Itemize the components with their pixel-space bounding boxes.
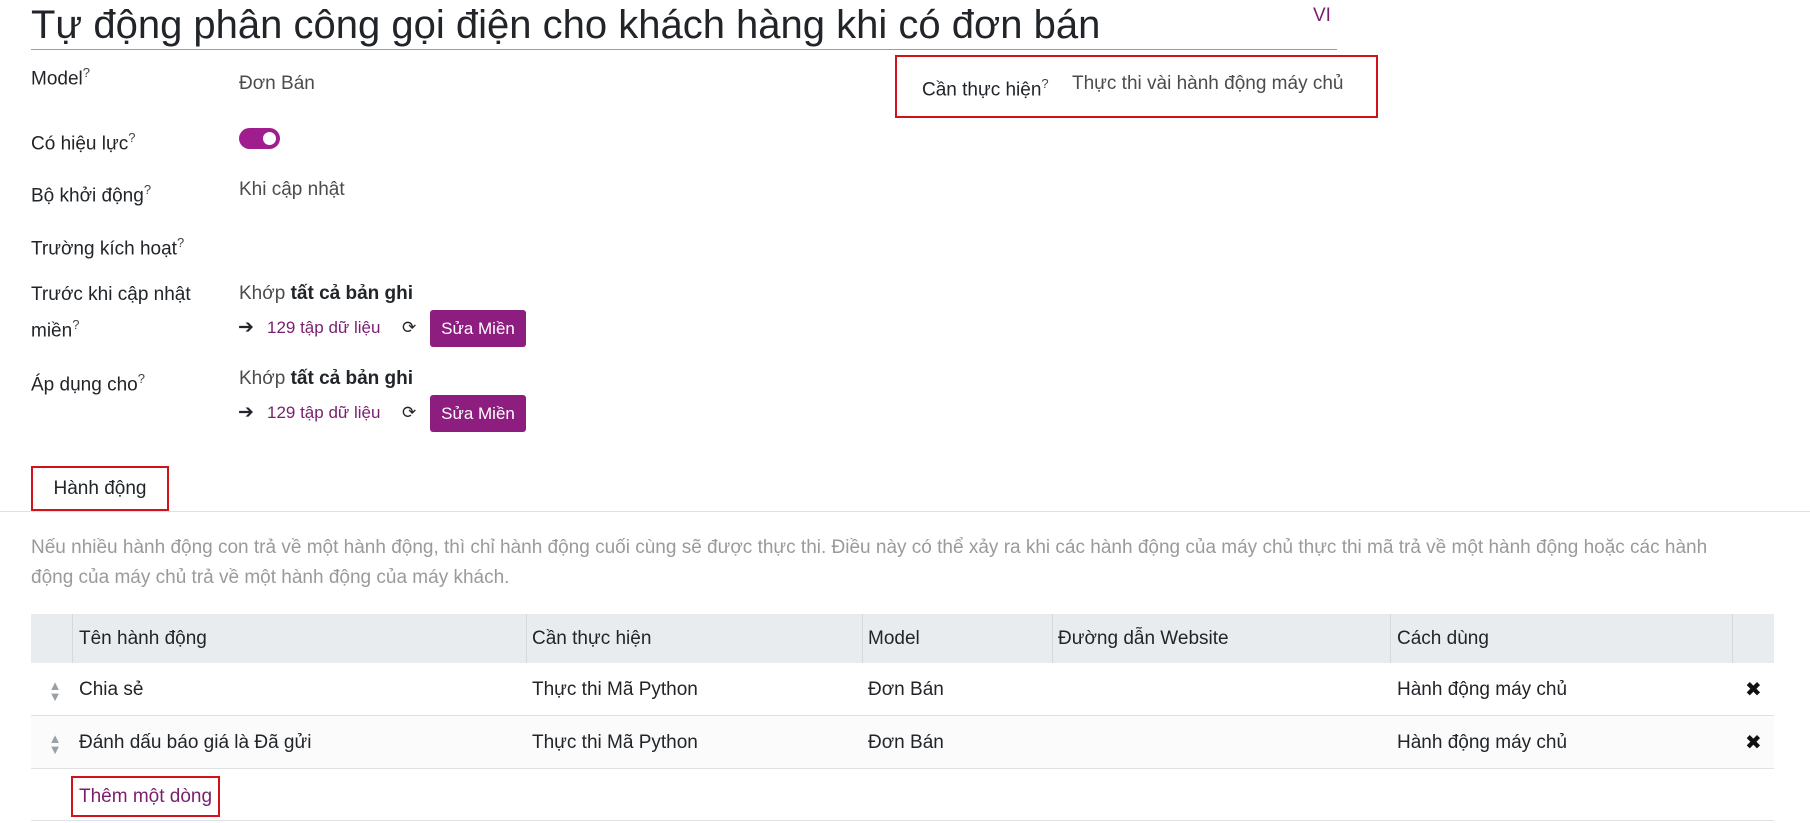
column-divider bbox=[1052, 614, 1053, 663]
trigger-label: Bộ khởi động? bbox=[31, 182, 152, 207]
help-tooltip-icon[interactable]: ? bbox=[128, 130, 135, 145]
row-name[interactable]: Chia sẻ bbox=[79, 663, 143, 716]
column-header-usage[interactable]: Cách dùng bbox=[1397, 614, 1489, 663]
column-header-action[interactable]: Cần thực hiện bbox=[532, 614, 651, 663]
toggle-knob bbox=[263, 132, 276, 145]
add-line-link[interactable]: Thêm một dòng bbox=[71, 776, 221, 817]
action-to-do-label: Cần thực hiện? bbox=[922, 76, 1049, 101]
drag-handle-icon[interactable]: ▲ ▼ bbox=[48, 732, 62, 756]
column-header-model[interactable]: Model bbox=[868, 614, 920, 663]
help-tooltip-icon[interactable]: ? bbox=[177, 235, 184, 250]
column-divider bbox=[1732, 614, 1733, 663]
row-model[interactable]: Đơn Bán bbox=[868, 716, 944, 769]
active-label: Có hiệu lực? bbox=[31, 130, 136, 155]
apply-on-label: Áp dụng cho? bbox=[31, 371, 145, 396]
record-title-input[interactable]: Tự động phân công gọi điện cho khách hàn… bbox=[31, 0, 1337, 50]
refresh-icon[interactable]: ⟳ bbox=[402, 318, 416, 338]
apply-on-records-link[interactable]: 129 tập dữ liệu bbox=[267, 403, 380, 423]
row-action[interactable]: Thực thi Mã Python bbox=[532, 716, 698, 769]
apply-on-match: Khớp tất cả bản ghi bbox=[239, 368, 414, 389]
column-header-name[interactable]: Tên hành động bbox=[79, 614, 207, 663]
before-domain-edit-button[interactable]: Sửa Miền bbox=[430, 310, 526, 347]
model-label: Model? bbox=[31, 65, 90, 90]
add-line-row bbox=[31, 769, 1774, 821]
drag-handle-icon[interactable]: ▲ ▼ bbox=[48, 679, 62, 703]
before-domain-label-line1: Trước khi cập nhật bbox=[31, 284, 191, 305]
row-usage[interactable]: Hành động máy chủ bbox=[1397, 663, 1567, 716]
row-action[interactable]: Thực thi Mã Python bbox=[532, 663, 698, 716]
column-divider bbox=[1390, 614, 1391, 663]
trigger-fields-label: Trường kích hoạt? bbox=[31, 235, 185, 260]
column-divider bbox=[72, 614, 73, 663]
trigger-fields-input[interactable] bbox=[239, 228, 539, 258]
row-name[interactable]: Đánh dấu báo giá là Đã gửi bbox=[79, 716, 311, 769]
tab-bar-divider bbox=[0, 511, 1810, 512]
delete-x-icon[interactable]: ✖ bbox=[1745, 677, 1762, 702]
column-divider bbox=[862, 614, 863, 663]
action-to-do-value[interactable]: Thực thi vài hành động máy chủ bbox=[1072, 69, 1343, 99]
before-domain-records-link[interactable]: 129 tập dữ liệu bbox=[267, 318, 380, 338]
before-domain-label-line2: miền? bbox=[31, 317, 80, 342]
language-switcher[interactable]: VI bbox=[1313, 5, 1331, 27]
before-domain-match: Khớp tất cả bản ghi bbox=[239, 283, 414, 304]
help-tooltip-icon[interactable]: ? bbox=[83, 65, 90, 80]
refresh-icon[interactable]: ⟳ bbox=[402, 403, 416, 423]
column-divider bbox=[526, 614, 527, 663]
arrow-right-icon: ➔ bbox=[238, 402, 254, 423]
trigger-value[interactable]: Khi cập nhật bbox=[239, 175, 345, 205]
help-tooltip-icon[interactable]: ? bbox=[138, 371, 145, 386]
help-tooltip-icon[interactable]: ? bbox=[1041, 76, 1048, 91]
row-usage[interactable]: Hành động máy chủ bbox=[1397, 716, 1567, 769]
model-value[interactable]: Đơn Bán bbox=[239, 69, 315, 99]
help-tooltip-icon[interactable]: ? bbox=[72, 317, 79, 332]
active-toggle[interactable] bbox=[239, 128, 280, 149]
row-model[interactable]: Đơn Bán bbox=[868, 663, 944, 716]
delete-x-icon[interactable]: ✖ bbox=[1745, 730, 1762, 755]
apply-on-edit-button[interactable]: Sửa Miền bbox=[430, 395, 526, 432]
column-header-website-path[interactable]: Đường dẫn Website bbox=[1058, 614, 1229, 663]
actions-help-note: Nếu nhiều hành động con trả về một hành … bbox=[31, 537, 1708, 588]
help-tooltip-icon[interactable]: ? bbox=[144, 182, 151, 197]
arrow-right-icon: ➔ bbox=[238, 317, 254, 338]
tab-actions[interactable]: Hành động bbox=[31, 466, 169, 511]
